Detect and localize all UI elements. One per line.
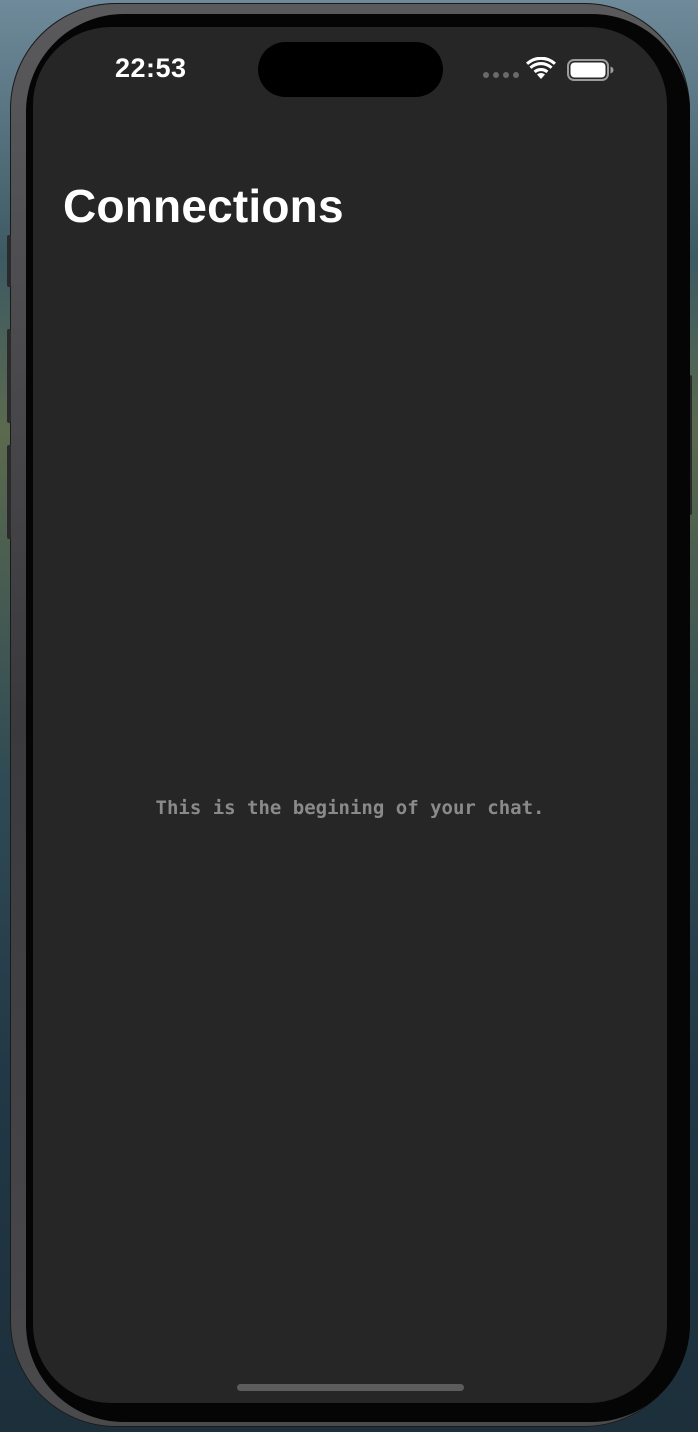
dynamic-island xyxy=(258,42,443,97)
cellular-dots-icon xyxy=(483,72,519,78)
status-time: 22:53 xyxy=(115,53,187,83)
chat-empty-message: This is the begining of your chat. xyxy=(155,797,545,819)
page-title: Connections xyxy=(63,180,344,232)
battery-icon xyxy=(567,59,614,81)
volume-down-button xyxy=(7,445,11,539)
volume-up-button xyxy=(7,329,11,423)
home-indicator[interactable] xyxy=(237,1384,464,1391)
app-screen: 22:53 Connections This is the begining o… xyxy=(33,27,667,1403)
action-button xyxy=(7,235,11,287)
status-icons xyxy=(483,57,623,85)
status-bar: 22:53 xyxy=(33,27,667,107)
wifi-icon xyxy=(526,57,556,79)
